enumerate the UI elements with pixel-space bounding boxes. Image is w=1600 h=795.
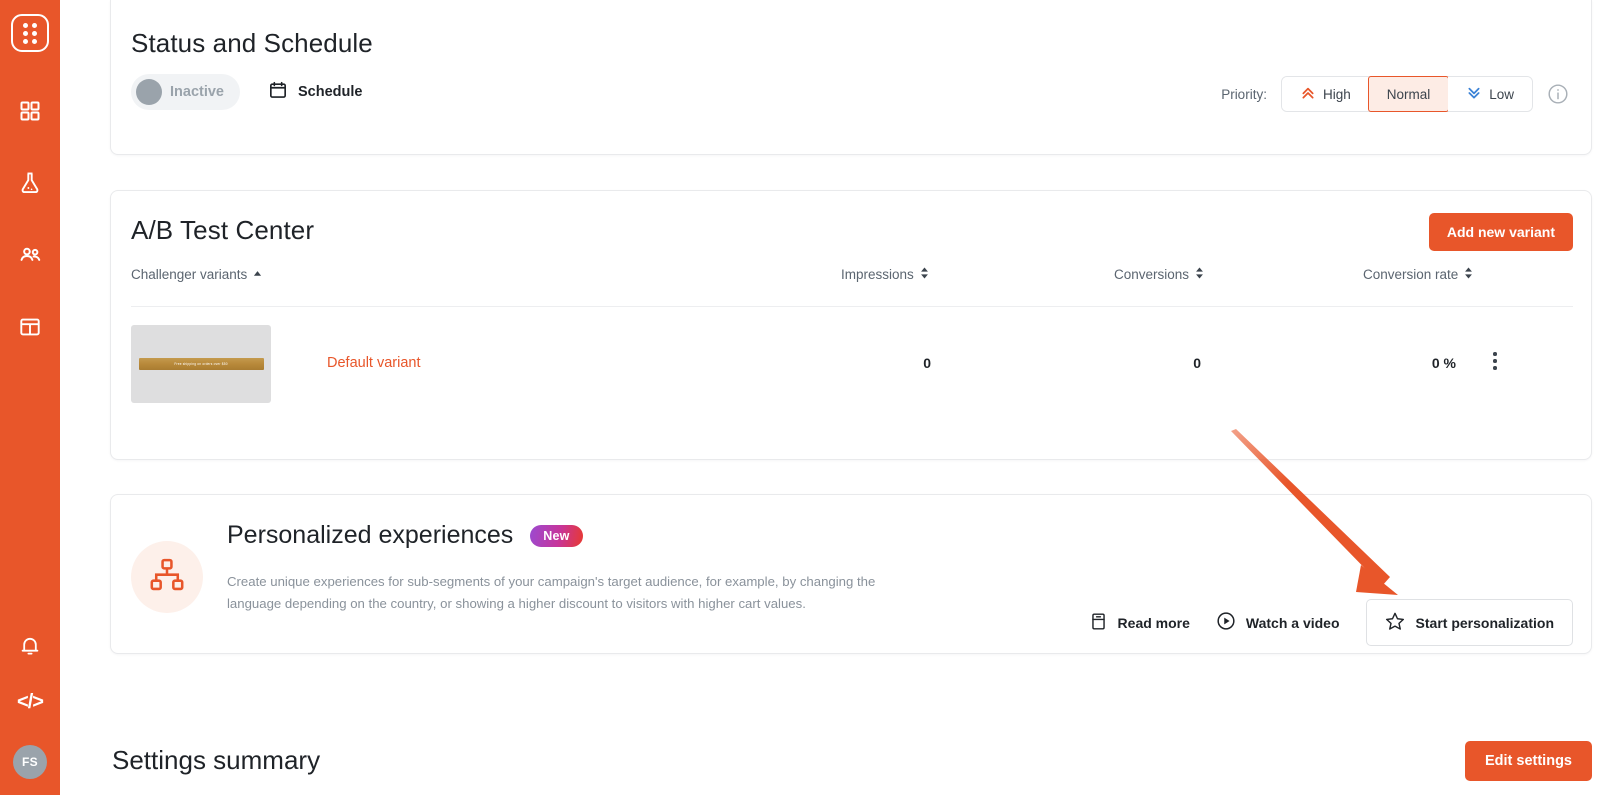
code-icon: </> xyxy=(17,692,43,712)
book-icon xyxy=(1089,612,1108,634)
sidebar-item-notifications[interactable] xyxy=(17,633,43,659)
column-label-impressions: Impressions xyxy=(841,267,914,282)
read-more-button[interactable]: Read more xyxy=(1089,612,1190,634)
sidebar-item-experiments[interactable] xyxy=(17,170,43,196)
main-content: Status and Schedule Inactive Schedule xyxy=(60,0,1600,795)
column-label-challenger-variants: Challenger variants xyxy=(131,267,247,282)
priority-option-high[interactable]: High xyxy=(1282,77,1369,111)
status-and-schedule-card: Status and Schedule Inactive Schedule xyxy=(110,0,1592,155)
sort-asc-icon xyxy=(253,267,262,282)
edit-settings-button[interactable]: Edit settings xyxy=(1465,741,1592,781)
status-controls: Inactive Schedule xyxy=(131,74,362,110)
ab-test-center-card: A/B Test Center Add new variant Challeng… xyxy=(110,190,1592,460)
add-new-variant-button[interactable]: Add new variant xyxy=(1429,213,1573,251)
priority-option-low[interactable]: Low xyxy=(1448,77,1532,111)
column-header-impressions[interactable]: Impressions xyxy=(841,267,929,282)
play-circle-icon xyxy=(1216,611,1236,634)
personalized-experiences-heading: Personalized experiences New xyxy=(227,521,583,550)
user-avatar[interactable]: FS xyxy=(13,745,47,779)
personalized-experiences-description: Create unique experiences for sub-segmen… xyxy=(227,571,877,615)
star-icon xyxy=(1385,611,1405,634)
logo-dots xyxy=(23,23,37,44)
column-header-challenger-variants[interactable]: Challenger variants xyxy=(131,267,262,282)
settings-summary-title: Settings summary xyxy=(112,745,320,776)
page-title: Status and Schedule xyxy=(131,28,373,59)
sidebar-item-audiences[interactable] xyxy=(17,242,43,268)
read-more-label: Read more xyxy=(1118,615,1190,631)
grid-icon xyxy=(18,99,42,123)
layout-icon xyxy=(18,315,42,339)
variant-thumbnail-banner: Free shipping on orders over $50 xyxy=(139,358,264,370)
sidebar-nav xyxy=(17,98,43,340)
app-logo[interactable] xyxy=(11,14,49,52)
priority-control: Priority: High Normal xyxy=(1221,76,1569,112)
column-label-conversions: Conversions xyxy=(1114,267,1189,282)
priority-label: Priority: xyxy=(1221,87,1267,102)
priority-option-normal-label: Normal xyxy=(1387,87,1431,102)
sort-both-icon xyxy=(1464,267,1473,282)
column-header-conversions[interactable]: Conversions xyxy=(1114,267,1204,282)
avatar-initials: FS xyxy=(22,755,38,769)
start-personalization-label: Start personalization xyxy=(1416,615,1554,631)
toggle-knob xyxy=(136,79,162,105)
sort-both-icon xyxy=(920,267,929,282)
chevrons-down-icon xyxy=(1466,85,1482,104)
row-actions-menu-icon[interactable] xyxy=(1483,349,1507,373)
app-logo-icon xyxy=(11,14,49,52)
personalized-experiences-title: Personalized experiences xyxy=(227,521,513,550)
calendar-icon xyxy=(268,80,288,105)
ab-test-center-title: A/B Test Center xyxy=(131,215,314,246)
personalized-experiences-card: Personalized experiences New Create uniq… xyxy=(110,494,1592,654)
sidebar-item-dashboard[interactable] xyxy=(17,98,43,124)
cell-conversion-rate: 0 % xyxy=(1331,355,1456,371)
priority-option-low-label: Low xyxy=(1489,87,1514,102)
variant-thumbnail[interactable]: Free shipping on orders over $50 xyxy=(131,325,271,403)
info-icon[interactable] xyxy=(1547,83,1569,105)
cell-impressions: 0 xyxy=(821,355,931,371)
sort-both-icon xyxy=(1195,267,1204,282)
sidebar-bottom: </> FS xyxy=(0,633,60,779)
people-icon xyxy=(18,243,43,268)
priority-option-high-label: High xyxy=(1323,87,1351,102)
watch-a-video-label: Watch a video xyxy=(1246,615,1340,631)
status-toggle[interactable]: Inactive xyxy=(131,74,240,110)
schedule-button[interactable]: Schedule xyxy=(268,80,362,105)
column-label-conversion-rate: Conversion rate xyxy=(1363,267,1458,282)
priority-segmented-control: High Normal Low xyxy=(1281,76,1533,112)
start-personalization-button[interactable]: Start personalization xyxy=(1366,599,1573,646)
variants-table-header: Challenger variants Impressions Conversi… xyxy=(131,267,1573,307)
column-header-conversion-rate[interactable]: Conversion rate xyxy=(1363,267,1473,282)
bell-icon xyxy=(18,634,42,658)
sidebar-item-code[interactable]: </> xyxy=(17,689,43,715)
status-toggle-label: Inactive xyxy=(170,84,224,100)
app-root: </> FS Status and Schedule Inactive xyxy=(0,0,1600,795)
personalized-experiences-actions: Read more Watch a video xyxy=(1089,599,1573,646)
status-badge: New xyxy=(530,525,582,547)
watch-a-video-button[interactable]: Watch a video xyxy=(1216,611,1340,634)
sidebar-item-templates[interactable] xyxy=(17,314,43,340)
flask-icon xyxy=(18,171,42,195)
schedule-label: Schedule xyxy=(298,84,362,100)
table-row: Free shipping on orders over $50 Default… xyxy=(131,317,1573,419)
variant-name-link[interactable]: Default variant xyxy=(327,355,421,371)
cell-conversions: 0 xyxy=(1091,355,1201,371)
primary-sidebar: </> FS xyxy=(0,0,60,795)
variant-thumbnail-banner-text: Free shipping on orders over $50 xyxy=(174,362,227,366)
priority-option-normal[interactable]: Normal xyxy=(1368,76,1450,112)
hierarchy-icon xyxy=(148,556,186,599)
hierarchy-icon-container xyxy=(131,541,203,613)
chevrons-up-icon xyxy=(1300,85,1316,104)
